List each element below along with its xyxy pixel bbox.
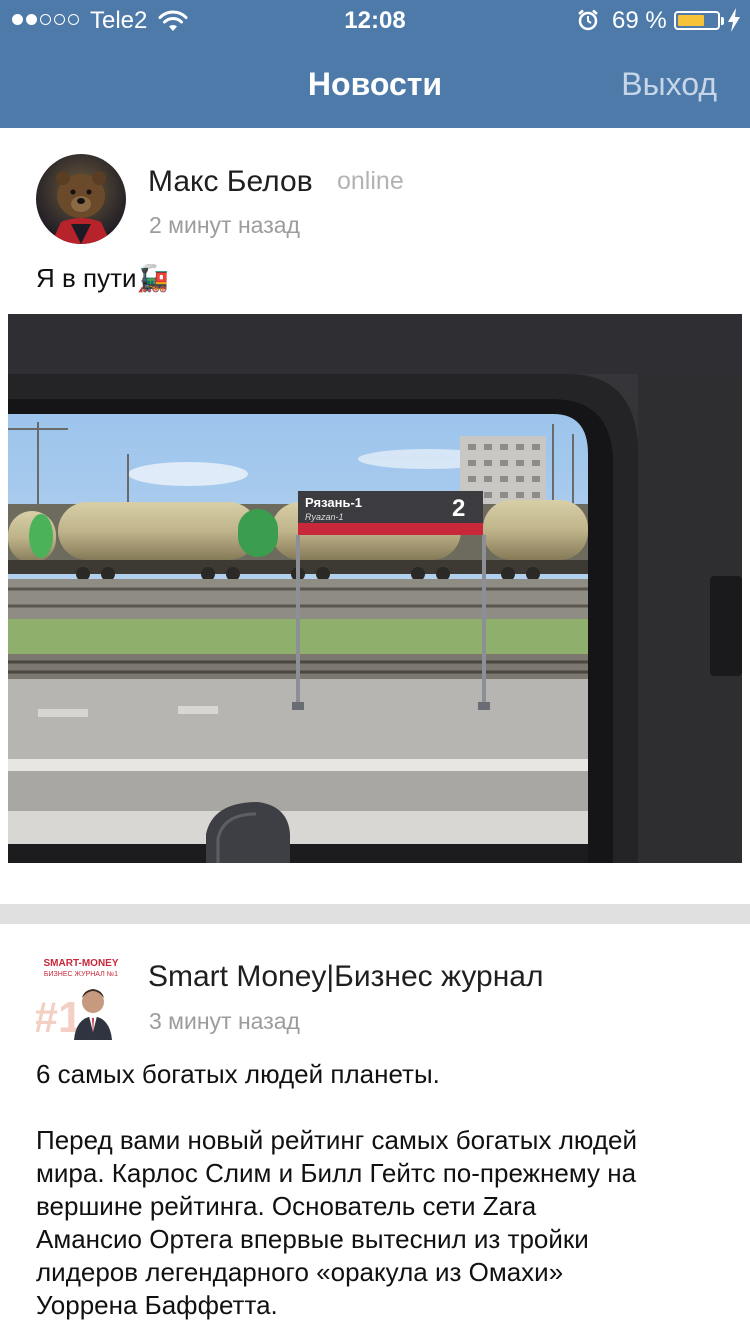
post-text: Перед вами новый рейтинг самых богатых л… (36, 1125, 637, 1320)
battery-level (678, 15, 705, 26)
logo-subtitle: БИЗНЕС ЖУРНАЛ №1 (44, 971, 118, 978)
battery-percent: 69 % (612, 7, 667, 34)
station-sign-latin: Ryazan-1 (305, 512, 344, 522)
post-time: 2 минут назад (149, 212, 300, 238)
post-author-name[interactable]: Smart Money|Бизнес журнал (148, 960, 543, 994)
author-avatar[interactable] (36, 154, 126, 244)
post-headline: 6 самых богатых людей планеты. (36, 1059, 440, 1089)
status-bar: Tele2 12:08 69 % (0, 0, 750, 40)
logout-button[interactable]: Выход (621, 66, 717, 103)
smart-money-logo: SMART-MONEY БИЗНЕС ЖУРНАЛ №1 #1 (36, 950, 126, 1040)
station-sign-name: Рязань-1 (305, 495, 362, 510)
train-window-photo: Рязань-1 Ryazan-1 2 (8, 314, 742, 863)
battery-icon (674, 11, 720, 30)
post-photo[interactable]: Рязань-1 Ryazan-1 2 (8, 314, 742, 863)
post-time: 3 минут назад (149, 1008, 300, 1034)
author-avatar[interactable]: SMART-MONEY БИЗНЕС ЖУРНАЛ №1 #1 (36, 950, 126, 1040)
alarm-icon (578, 9, 598, 31)
online-status: online (337, 167, 404, 195)
post-text: Я в пути🚂 (36, 263, 169, 293)
charging-bolt-icon (728, 8, 740, 32)
news-screen: Tele2 12:08 69 % Новости Выход Макс Бело… (0, 0, 750, 1334)
post-divider (0, 904, 750, 924)
platform-number: 2 (452, 495, 465, 522)
logo-title: SMART-MONEY (44, 958, 119, 969)
top-bar: Tele2 12:08 69 % Новости Выход (0, 0, 750, 128)
post-author-name[interactable]: Макс Белов (148, 165, 313, 199)
bear-avatar-image (36, 154, 126, 244)
